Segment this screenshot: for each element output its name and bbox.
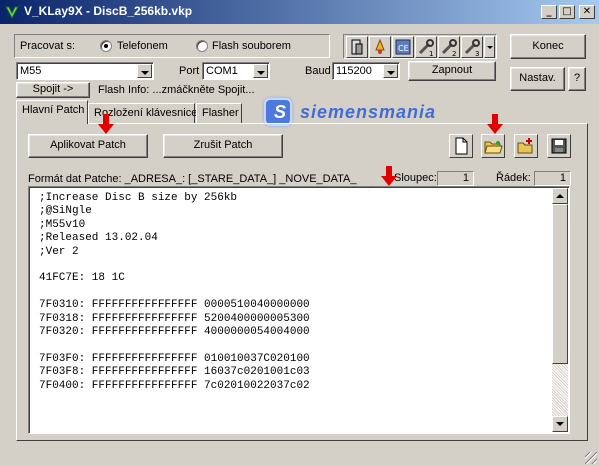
editor-line[interactable]: 41FC7E: 18 1C (39, 272, 310, 285)
bell-icon[interactable] (369, 36, 391, 58)
editor-line[interactable] (39, 259, 310, 272)
column-value: 1 (437, 171, 474, 186)
app-icon (5, 6, 19, 20)
editor-line[interactable]: ;M55v10 (39, 219, 310, 232)
patch-editor[interactable]: ;Increase Disc B size by 256kb ;@SiNgle ;M… (28, 186, 570, 434)
tools-3-icon[interactable]: 3 (461, 36, 483, 58)
scroll-down-button[interactable] (552, 416, 568, 432)
radio-flash-file-label[interactable]: Flash souborem (212, 40, 291, 52)
radio-phone-label[interactable]: Telefonem (117, 40, 168, 52)
patch-editor-lines[interactable]: ;Increase Disc B size by 256kb ;@SiNgle ;M… (39, 192, 310, 393)
svg-text:1: 1 (429, 50, 433, 57)
editor-line[interactable]: 7F0310: FFFFFFFFFFFFFFFF 000051004000000… (39, 299, 310, 312)
model-select-value: M55 (20, 65, 42, 77)
save-icon[interactable] (547, 134, 571, 158)
baud-select[interactable]: 115200 (332, 62, 400, 80)
svg-text:CE: CE (398, 44, 409, 53)
editor-line[interactable]: ;Increase Disc B size by 256kb (39, 192, 310, 205)
work-mode-label: Pracovat s: (20, 40, 76, 52)
tools-2-icon[interactable]: 2 (438, 36, 460, 58)
help-button[interactable]: ? (568, 67, 586, 91)
minimize-button[interactable]: _ (541, 5, 557, 19)
toolbar-more-dropdown[interactable] (484, 36, 495, 58)
annotation-arrow-icon (98, 114, 114, 134)
patch-format-text: Formát dat Patche: _ADRESA_: [_STARE_DAT… (28, 173, 357, 185)
new-file-icon[interactable] (449, 134, 473, 158)
editor-line[interactable]: 7F03F0: FFFFFFFFFFFFFFFF 010010037C02010… (39, 353, 310, 366)
window-title: V_KLay9X - DiscB_256kb.vkp (24, 4, 193, 18)
chevron-down-icon[interactable] (253, 64, 268, 78)
phone-icon[interactable] (346, 36, 368, 58)
chevron-down-icon[interactable] (137, 64, 152, 78)
cancel-patch-button[interactable]: Zrušit Patch (163, 134, 283, 158)
settings-button[interactable]: Nastav. (510, 67, 565, 91)
editor-line[interactable] (39, 339, 310, 352)
baud-select-value: 115200 (336, 65, 372, 77)
editor-line[interactable]: ;Ver 2 (39, 246, 310, 259)
chevron-down-icon (556, 422, 564, 426)
scroll-thumb[interactable] (552, 204, 568, 364)
radio-phone[interactable] (100, 40, 112, 52)
connect-button[interactable]: Spojit -> (16, 82, 90, 98)
editor-line[interactable]: ;@SiNgle (39, 205, 310, 218)
toolbar-icons: CE 1 2 3 (343, 34, 497, 59)
row-value: 1 (534, 171, 571, 186)
logo-s-icon: S (264, 98, 292, 126)
maximize-button[interactable]: □ (559, 5, 575, 19)
editor-line[interactable] (39, 286, 310, 299)
editor-line[interactable]: 7F0400: FFFFFFFFFFFFFFFF 7c02010022037c0… (39, 380, 310, 393)
toggle-button[interactable]: Zapnout (408, 61, 496, 81)
svg-text:3: 3 (475, 50, 479, 57)
ce-icon[interactable]: CE (392, 36, 414, 58)
tab-main-patch[interactable]: Hlavní Patch (16, 100, 88, 124)
vertical-scrollbar[interactable] (552, 188, 568, 432)
row-label: Řádek: (496, 172, 531, 184)
port-select[interactable]: COM1 (202, 62, 270, 80)
close-button[interactable]: ✕ (579, 5, 595, 19)
port-label: Port (179, 65, 200, 77)
logo-text: siemensmania (300, 102, 437, 122)
end-button[interactable]: Konec (510, 34, 586, 59)
baud-label: Baud (305, 65, 331, 77)
port-select-value: COM1 (206, 65, 238, 77)
add-icon[interactable] (514, 134, 538, 158)
editor-line[interactable]: 7F0320: FFFFFFFFFFFFFFFF 400000005400400… (39, 326, 310, 339)
radio-flash-file[interactable] (196, 40, 208, 52)
column-label: Sloupec: (394, 172, 437, 184)
scroll-up-button[interactable] (552, 188, 568, 204)
svg-text:2: 2 (452, 50, 456, 57)
editor-line[interactable]: 7F0318: FFFFFFFFFFFFFFFF 520040000000530… (39, 313, 310, 326)
title-bar: V_KLay9X - DiscB_256kb.vkp _ □ ✕ (0, 0, 599, 24)
resize-grip[interactable] (585, 452, 597, 464)
tools-1-icon[interactable]: 1 (415, 36, 437, 58)
chevron-up-icon (556, 194, 564, 198)
apply-patch-button[interactable]: Aplikovat Patch (28, 134, 148, 158)
annotation-arrow-icon (487, 114, 503, 134)
flash-info-text: Flash Info: ...zmáčkněte Spojit... (98, 84, 255, 96)
model-select[interactable]: M55 (16, 62, 154, 80)
editor-line[interactable]: 7F03F8: FFFFFFFFFFFFFFFF 16037c0201001c0… (39, 366, 310, 379)
open-folder-icon[interactable] (481, 134, 505, 158)
tab-flasher[interactable]: Flasher (196, 103, 242, 123)
chevron-down-icon[interactable] (383, 64, 398, 78)
editor-line[interactable]: ;Released 13.02.04 (39, 232, 310, 245)
annotation-arrow-icon (381, 166, 397, 186)
